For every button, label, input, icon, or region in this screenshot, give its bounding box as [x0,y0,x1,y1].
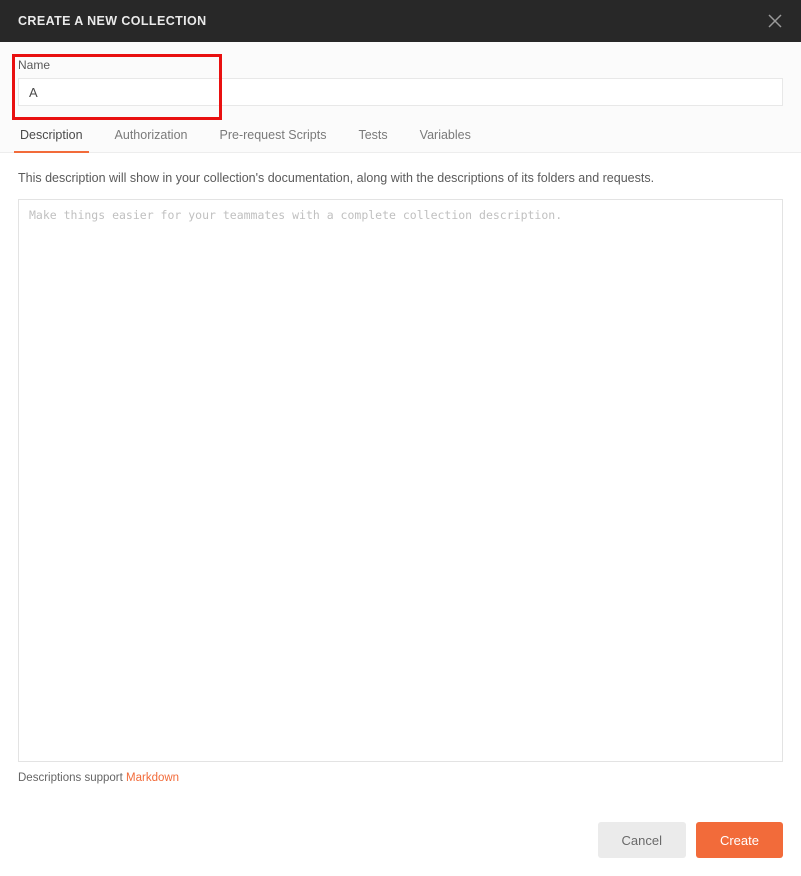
modal-footer: Cancel Create [0,798,801,876]
description-textarea[interactable] [18,199,783,762]
tab-pre-request-scripts[interactable]: Pre-request Scripts [204,116,343,152]
modal-body: Name Description Authorization Pre-reque… [0,42,801,876]
name-label: Name [18,58,783,72]
close-icon [768,14,782,28]
modal-header: CREATE A NEW COLLECTION [0,0,801,42]
tabs: Description Authorization Pre-request Sc… [0,116,801,153]
cancel-button[interactable]: Cancel [598,822,686,858]
tab-tests[interactable]: Tests [342,116,403,152]
create-collection-modal: CREATE A NEW COLLECTION Name Description… [0,0,801,876]
tab-authorization[interactable]: Authorization [99,116,204,152]
tab-content-description: This description will show in your colle… [0,153,801,798]
name-input[interactable] [18,78,783,106]
description-footer: Descriptions support Markdown [18,772,783,784]
modal-title: CREATE A NEW COLLECTION [18,14,207,28]
create-button[interactable]: Create [696,822,783,858]
description-hint: This description will show in your colle… [18,171,783,185]
description-footer-text: Descriptions support [18,772,126,784]
close-button[interactable] [765,11,785,31]
tab-description[interactable]: Description [4,116,99,152]
tab-variables[interactable]: Variables [404,116,487,152]
markdown-link[interactable]: Markdown [126,772,179,784]
name-section: Name [0,42,801,116]
